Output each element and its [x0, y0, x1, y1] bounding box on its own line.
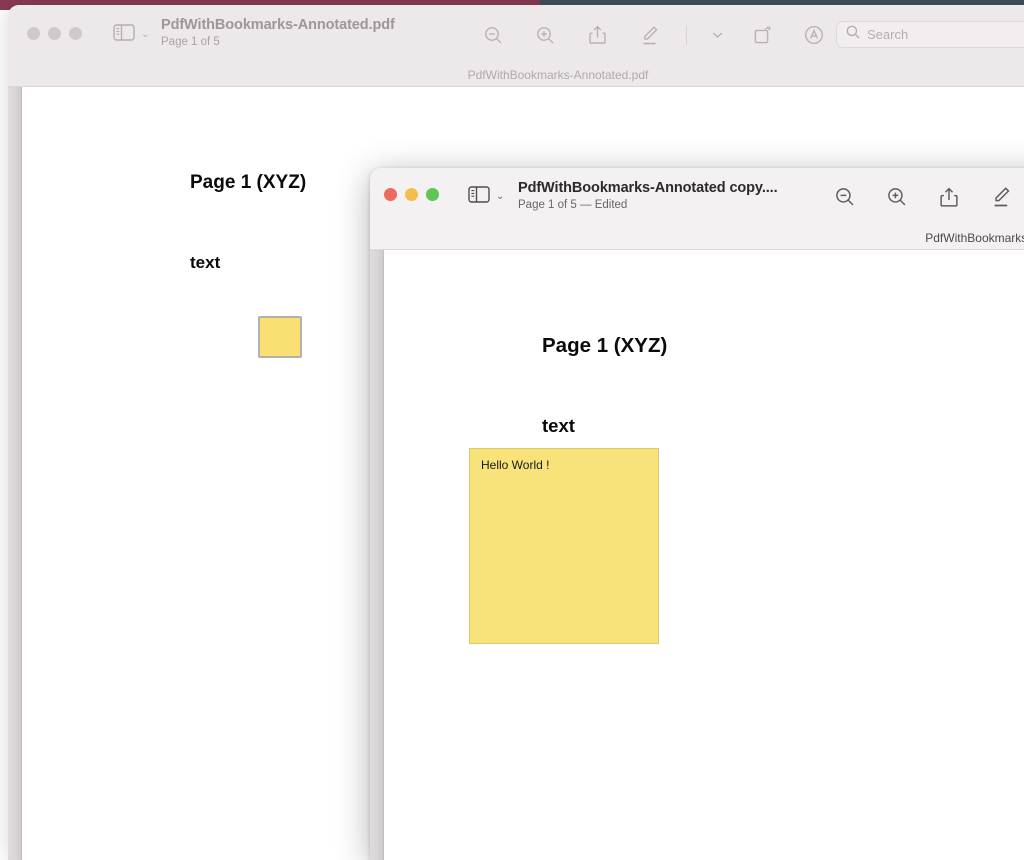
note-text[interactable]: Hello World ! — [481, 458, 549, 472]
proxy-filename[interactable]: PdfWithBookmarks-Annotated — [925, 231, 1024, 245]
open-note-annotation[interactable]: Hello World ! — [469, 448, 659, 644]
zoom-button[interactable] — [69, 27, 82, 40]
page-heading: Page 1 (XYZ) — [542, 334, 668, 357]
front-preview-window[interactable]: ⌄ PdfWithBookmarks-Annotated copy.... Pa… — [370, 168, 1024, 860]
sidebar-toggle-button[interactable]: ⌄ — [468, 186, 504, 208]
front-title-block: PdfWithBookmarks-Annotated copy.... Page… — [518, 180, 778, 211]
document-subtitle: Page 1 of 5 — [161, 36, 220, 48]
rotate-icon[interactable] — [747, 20, 777, 50]
search-icon — [846, 25, 860, 44]
front-toolbar — [830, 182, 1016, 212]
toolbar-divider — [686, 25, 687, 45]
minimize-button[interactable] — [405, 188, 418, 201]
page-body-text: text — [190, 253, 221, 272]
zoom-in-icon[interactable] — [530, 20, 560, 50]
background-title-block: PdfWithBookmarks-Annotated.pdf Page 1 of… — [161, 17, 395, 48]
pdf-page-canvas[interactable]: Page 1 (XYZ) text Hello World ! — [384, 250, 1024, 860]
screen: ⌄ PdfWithBookmarks-Annotated.pdf Page 1 … — [0, 0, 1024, 860]
close-button[interactable] — [384, 188, 397, 201]
proxy-filename[interactable]: PdfWithBookmarks-Annotated.pdf — [468, 68, 649, 82]
background-traffic-lights — [27, 27, 82, 40]
collapsed-note-annotation[interactable] — [258, 316, 302, 358]
search-field[interactable]: Search — [836, 21, 1024, 48]
chevron-down-icon[interactable]: ⌄ — [496, 192, 504, 202]
highlight-pen-icon[interactable] — [986, 182, 1016, 212]
sidebar-icon — [113, 24, 135, 46]
minimize-button[interactable] — [48, 27, 61, 40]
document-title: PdfWithBookmarks-Annotated.pdf — [161, 17, 395, 33]
chevron-down-icon[interactable] — [709, 20, 725, 50]
background-toolbar — [478, 20, 829, 50]
page-body-text: text — [542, 415, 575, 436]
background-proxy-row: PdfWithBookmarks-Annotated.pdf — [8, 63, 1024, 87]
document-title: PdfWithBookmarks-Annotated copy.... — [518, 180, 778, 196]
zoom-out-icon[interactable] — [478, 20, 508, 50]
search-placeholder: Search — [867, 27, 909, 42]
front-window-content: Page 1 (XYZ) text Hello World ! — [370, 250, 1024, 860]
highlight-pen-icon[interactable] — [634, 20, 664, 50]
sidebar-toggle-button[interactable]: ⌄ — [113, 24, 149, 46]
front-traffic-lights — [384, 188, 439, 201]
zoom-out-icon[interactable] — [830, 182, 860, 212]
page-rail — [8, 87, 22, 860]
background-window-titlebar[interactable]: ⌄ PdfWithBookmarks-Annotated.pdf Page 1 … — [8, 5, 1024, 87]
sidebar-icon — [468, 186, 490, 208]
document-subtitle: Page 1 of 5 — Edited — [518, 199, 628, 211]
front-proxy-row: PdfWithBookmarks-Annotated — [370, 226, 1024, 250]
zoom-button[interactable] — [426, 188, 439, 201]
front-window-titlebar[interactable]: ⌄ PdfWithBookmarks-Annotated copy.... Pa… — [370, 168, 1024, 250]
page-rail — [370, 250, 384, 860]
share-icon[interactable] — [582, 20, 612, 50]
close-button[interactable] — [27, 27, 40, 40]
chevron-down-icon[interactable]: ⌄ — [141, 30, 149, 40]
markup-icon[interactable] — [799, 20, 829, 50]
zoom-in-icon[interactable] — [882, 182, 912, 212]
page-heading: Page 1 (XYZ) — [190, 172, 307, 193]
share-icon[interactable] — [934, 182, 964, 212]
